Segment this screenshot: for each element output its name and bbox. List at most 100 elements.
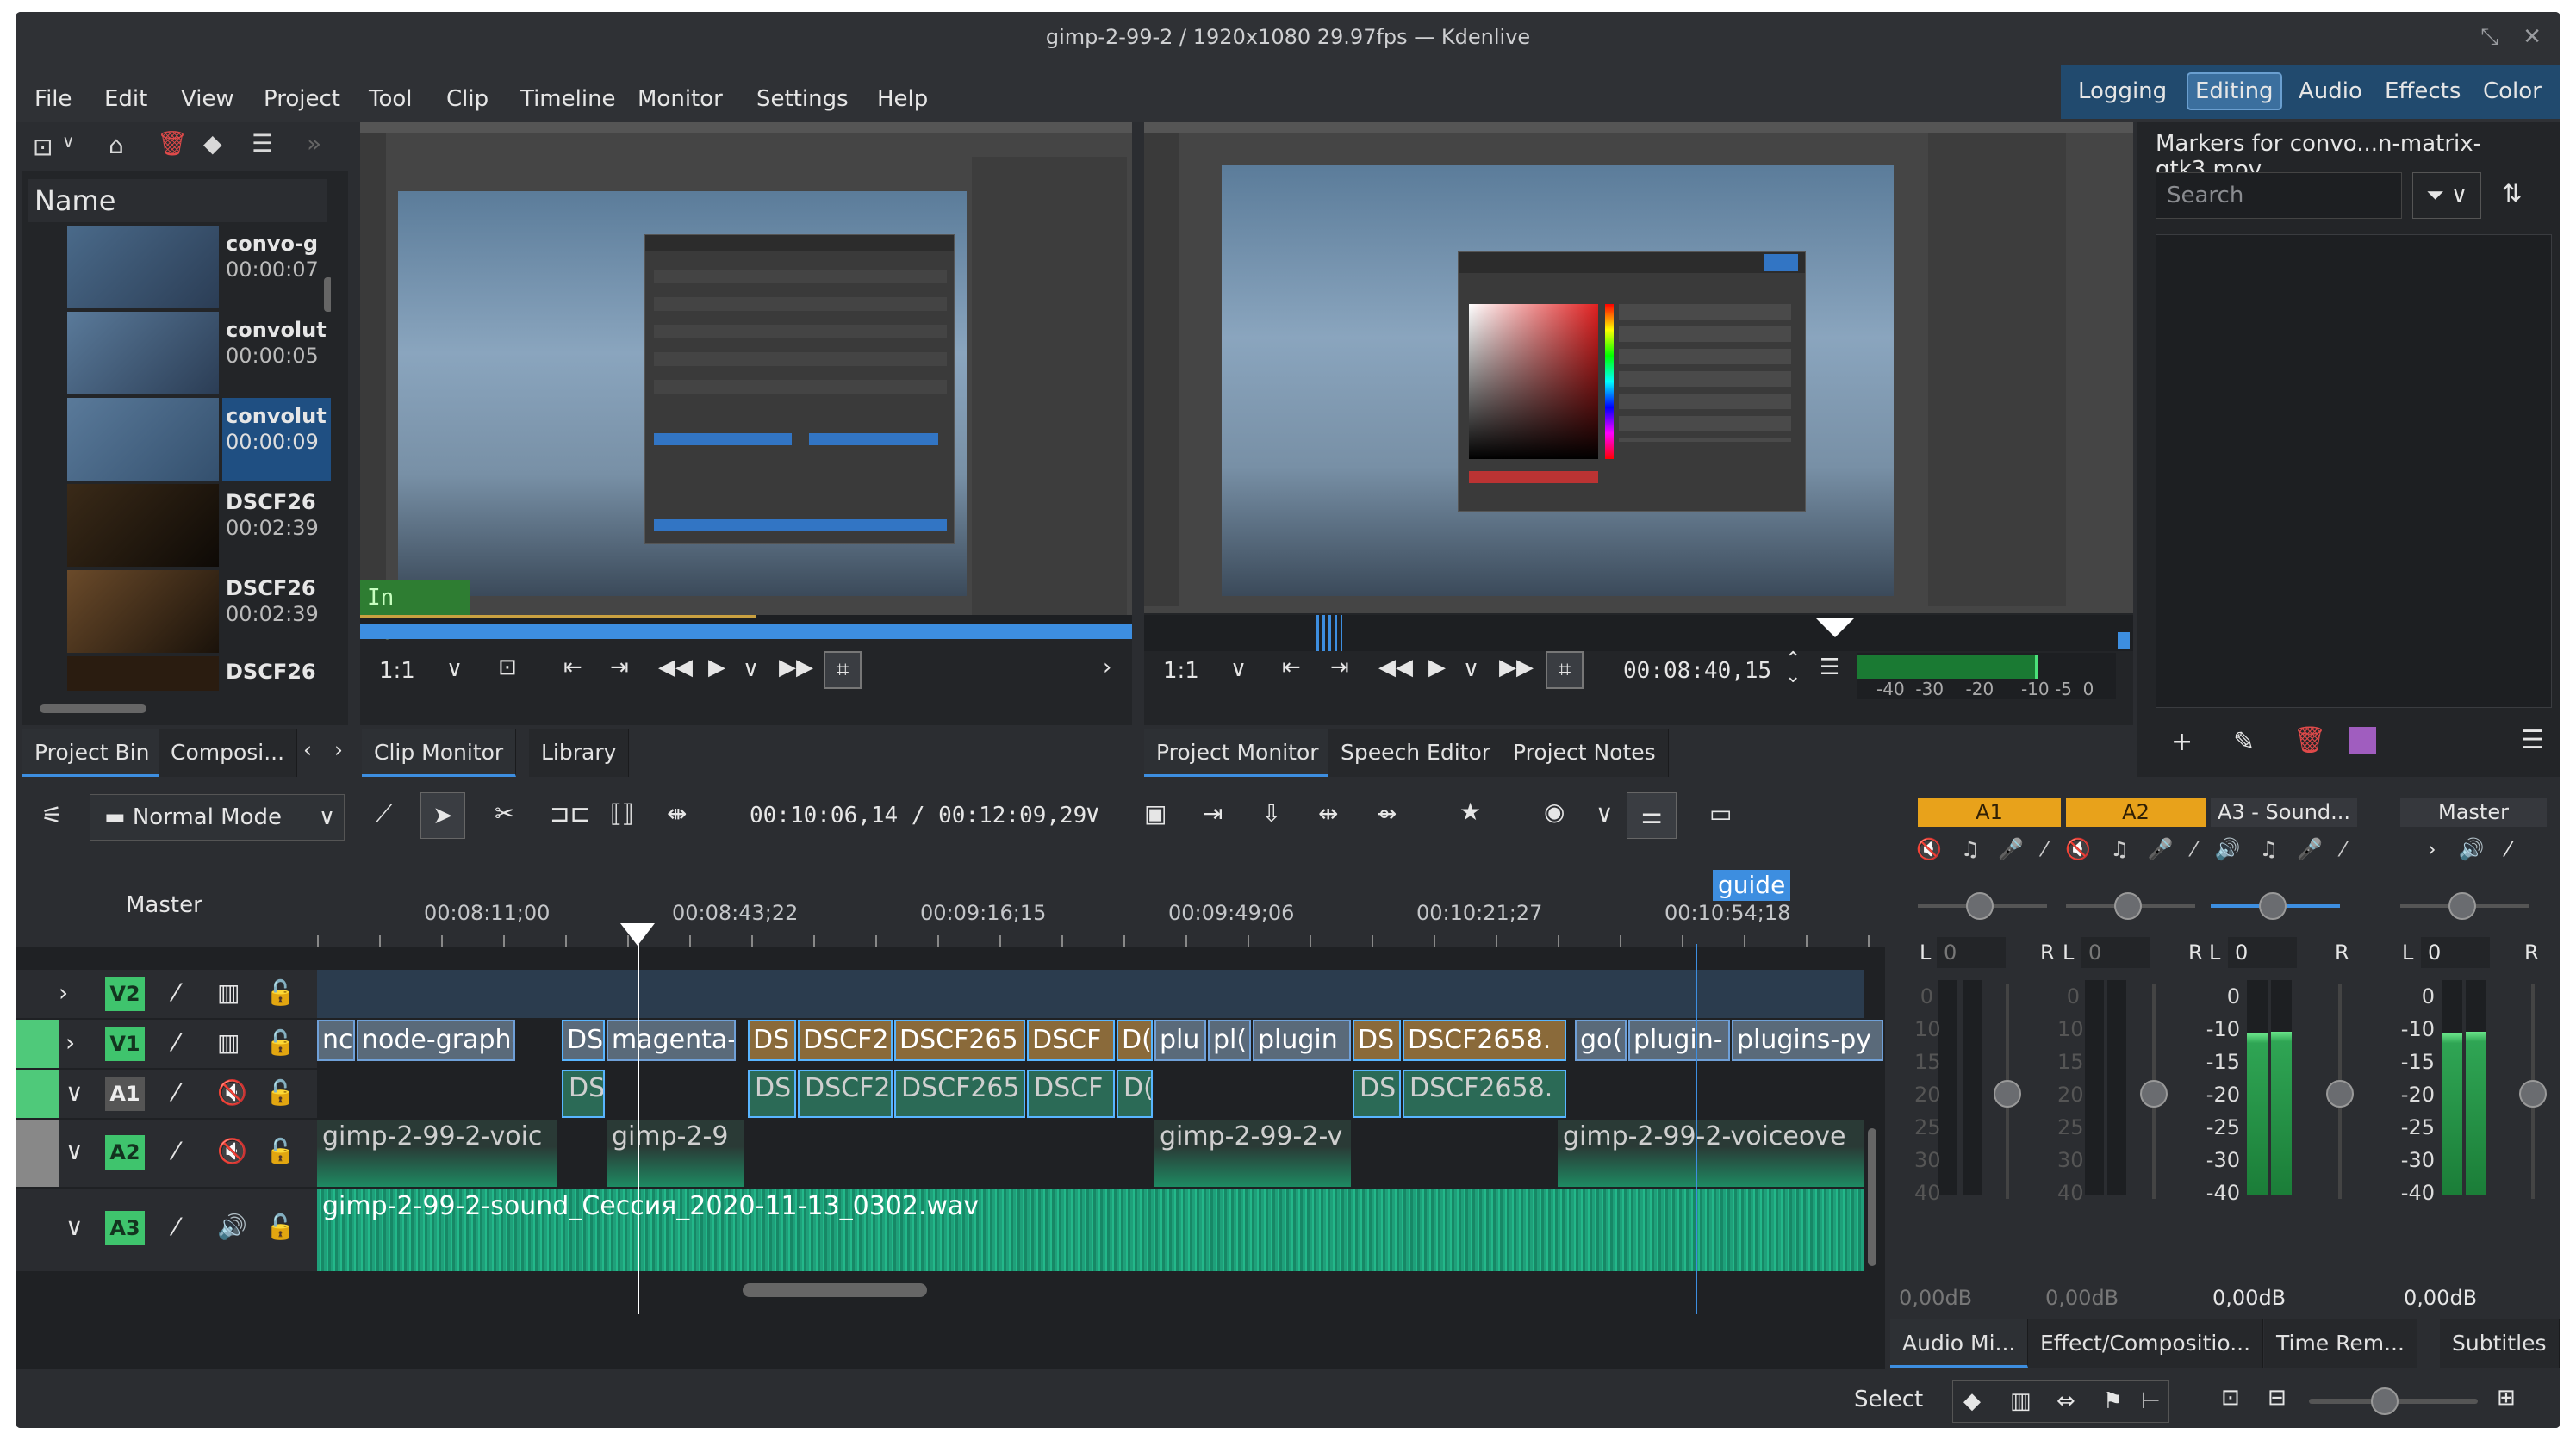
menu-icon[interactable]: ☰ — [252, 129, 273, 158]
audio-clip[interactable]: gimp-2-99-2-voic — [317, 1120, 557, 1187]
pan-value-input[interactable]: 0 — [1937, 937, 2006, 968]
lock-icon[interactable]: 🔓 — [265, 1213, 296, 1241]
mic-icon[interactable]: 🎤 — [2297, 837, 2342, 861]
clip-monitor-ruler[interactable] — [360, 615, 1132, 639]
list-item[interactable]: DSCF26 00:02:39 — [226, 575, 319, 627]
track-v1[interactable]: nc node-graph-lc DS magenta- DS DSCF2 DS… — [317, 1020, 1883, 1068]
timeline-clip[interactable]: magenta- — [607, 1020, 736, 1061]
headphones-icon[interactable]: ♫ — [2110, 837, 2148, 861]
film-icon[interactable]: ▥ — [2010, 1381, 2032, 1422]
volume-fader[interactable] — [1994, 984, 2021, 1199]
chevron-down-icon[interactable]: ∨ — [62, 131, 75, 152]
maximize-icon[interactable]: ⤡ — [2480, 12, 2498, 62]
mute-icon[interactable]: 🔇 — [217, 1078, 247, 1107]
layout-audio[interactable]: Audio — [2292, 74, 2369, 109]
tab-subtitles[interactable]: Subtitles — [2440, 1319, 2560, 1368]
clip-thumbnail[interactable] — [67, 226, 219, 308]
tab-speech-editor[interactable]: Speech Editor — [1328, 729, 1504, 777]
horizontal-scrollbar[interactable] — [40, 704, 146, 713]
clip-thumbnail[interactable] — [67, 656, 219, 691]
layout-logging[interactable]: Logging — [2071, 74, 2174, 109]
crop-icon[interactable]: ⌗ — [824, 651, 862, 689]
effect-icon[interactable]: ⁄ — [2507, 837, 2533, 861]
folder-icon[interactable]: ⌂ — [109, 131, 124, 159]
audio-clip[interactable]: DSCF2 — [798, 1070, 893, 1118]
layout-editing[interactable]: Editing — [2187, 72, 2282, 110]
scrollbar[interactable] — [324, 277, 331, 312]
zoom-slider[interactable] — [2309, 1387, 2478, 1415]
list-item[interactable]: convolut 00:00:09 — [226, 403, 327, 455]
split-audio-icon[interactable]: ▣ — [1144, 799, 1167, 828]
audio-clip[interactable]: DS — [748, 1070, 796, 1118]
track-name[interactable]: V2 — [105, 977, 145, 1011]
play-icon[interactable]: ▶ — [1428, 655, 1446, 680]
lift-icon[interactable]: ⇹ — [1318, 799, 1338, 828]
audio-clip[interactable]: gimp-2-99-2-sound_Сеcсия_2020-11-13_0302… — [317, 1189, 1864, 1271]
filter-icon[interactable]: ⏷ ∨ — [2412, 172, 2481, 219]
chevron-down-icon[interactable]: ∨ — [65, 1078, 84, 1107]
vertical-scrollbar[interactable] — [1868, 1128, 1876, 1266]
spin-arrows-icon[interactable]: ⌃ ⌄ — [1785, 650, 1801, 686]
pan-value-input[interactable]: 0 — [2081, 937, 2150, 968]
chevron-down-icon[interactable]: ∨ — [446, 656, 463, 682]
speaker-icon[interactable]: 🔊 — [2215, 837, 2260, 861]
timeline-clip[interactable]: DSCF265 — [894, 1020, 1025, 1061]
record-icon[interactable]: ◉ — [1544, 798, 1565, 826]
edit-mode-select[interactable]: ▬ Normal Mode ∨ — [90, 794, 345, 841]
track-a3[interactable]: gimp-2-99-2-sound_Сеcсия_2020-11-13_0302… — [317, 1189, 1864, 1271]
bin-header[interactable]: Name — [28, 179, 327, 222]
mute-icon[interactable]: 🔇 — [2065, 837, 2110, 861]
timeline-clip[interactable]: DS — [562, 1020, 605, 1061]
mic-icon[interactable]: 🎤 — [2148, 837, 2193, 861]
timeline-clip[interactable]: DSCF2 — [798, 1020, 893, 1061]
sort-icon[interactable]: ⇅ — [2502, 179, 2522, 208]
gain-value[interactable]: 0,00dB — [2212, 1282, 2359, 1314]
audio-clip[interactable]: D( — [1117, 1070, 1153, 1118]
headphones-icon[interactable]: ♫ — [1961, 837, 1999, 861]
snap-icon[interactable]: ⊢ — [2141, 1381, 2161, 1422]
pan-slider[interactable] — [2211, 892, 2340, 920]
timeline-clip[interactable]: DS — [1353, 1020, 1401, 1061]
delete-icon[interactable]: 🗑 — [2293, 725, 2326, 755]
chevron-down-icon[interactable]: ∨ — [1084, 799, 1102, 828]
track-a2[interactable]: gimp-2-99-2-voic gimp-2-9 gimp-2-99-2-v … — [317, 1120, 1864, 1187]
timeline-clip[interactable]: plugin- — [1628, 1020, 1730, 1061]
layout-effects[interactable]: Effects — [2378, 74, 2467, 109]
set-in-icon[interactable]: ⇤ — [563, 655, 582, 680]
more-icon[interactable]: » — [307, 129, 321, 158]
lock-icon[interactable]: 🔓 — [265, 978, 296, 1007]
clip-thumbnail[interactable] — [67, 570, 219, 653]
lock-icon[interactable]: 🔓 — [265, 1137, 296, 1165]
headphones-icon[interactable]: ♫ — [2260, 837, 2298, 861]
pan-value-input[interactable]: 0 — [2228, 937, 2297, 968]
add-marker-icon[interactable]: + — [2171, 727, 2193, 757]
mute-icon[interactable]: 🔇 — [1916, 837, 1961, 861]
select-tool-icon[interactable]: ➤ — [420, 792, 465, 839]
mute-icon[interactable]: 🔇 — [217, 1137, 247, 1165]
menu-icon[interactable]: ☰ — [2521, 725, 2544, 755]
crop-icon[interactable]: ⌗ — [1546, 651, 1584, 689]
menu-icon[interactable]: ☰ — [1820, 655, 1839, 680]
layout-color[interactable]: Color — [2476, 74, 2548, 109]
clip-thumbnail[interactable] — [67, 484, 219, 567]
chevron-down-icon[interactable]: ∨ — [1230, 656, 1247, 682]
lock-icon[interactable]: 🔓 — [265, 1028, 296, 1057]
mixer-channel-name[interactable]: Master — [2400, 798, 2547, 827]
project-monitor-ruler[interactable] — [1144, 615, 2133, 651]
mixer-channel-name[interactable]: A1 — [1918, 798, 2061, 827]
chevron-right-icon[interactable]: › — [59, 978, 68, 1007]
horizontal-scrollbar[interactable] — [743, 1283, 927, 1297]
pan-slider[interactable] — [2400, 892, 2529, 920]
tab-audio-mixer[interactable]: Audio Mi... — [1890, 1319, 2029, 1368]
mixer-channel-name[interactable]: A3 - Sound... — [2211, 798, 2357, 827]
list-item[interactable]: convo-g 00:00:07 — [226, 231, 319, 282]
track-a1[interactable]: DS DS DSCF2 DSCF265 DSCF D( DS DSCF2658. — [317, 1070, 1864, 1118]
gain-value[interactable]: 0,00dB — [2045, 1282, 2192, 1314]
timeline-clip[interactable]: plugins-py — [1732, 1020, 1883, 1061]
effect-icon[interactable]: ⁄ — [174, 1078, 178, 1107]
audio-clip[interactable]: gimp-2-9 — [607, 1120, 744, 1187]
timeline-clip[interactable]: plu — [1154, 1020, 1206, 1061]
film-icon[interactable]: ▥ — [217, 1028, 240, 1057]
insert-icon[interactable]: ⇥ — [1203, 799, 1223, 828]
volume-fader[interactable] — [2140, 984, 2168, 1199]
